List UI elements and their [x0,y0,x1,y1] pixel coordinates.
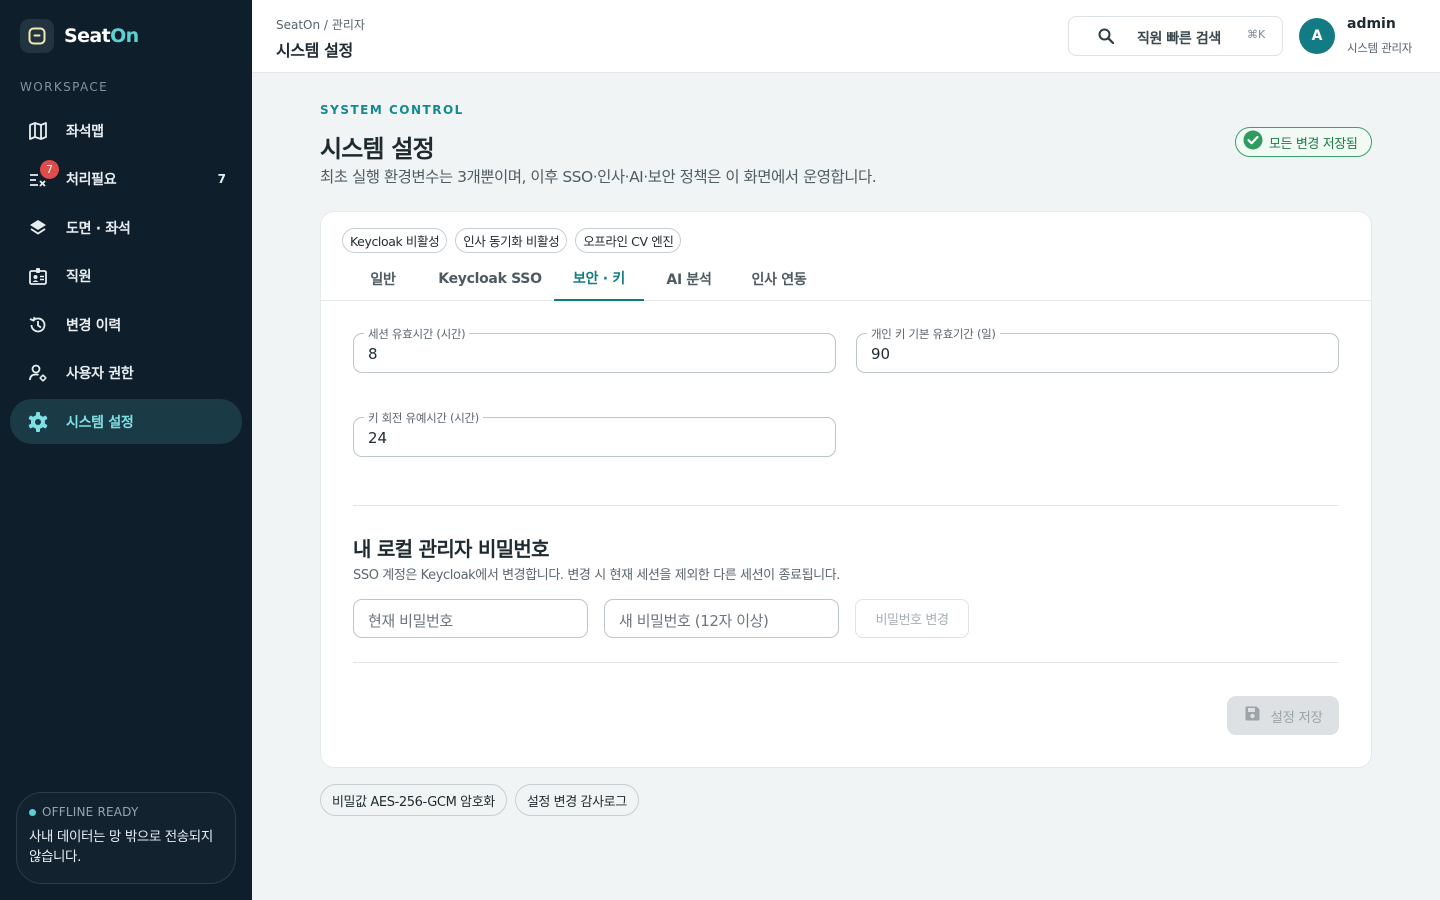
sidebar-item-label: 좌석맵 [66,123,104,140]
status-chip-hr-sync: 인사 동기화 비활성 [455,228,568,253]
key-rotation-grace-field[interactable]: 키 회전 유예시간 (시간) 24 [353,410,836,457]
key-validity-field[interactable]: 개인 키 기본 유효기간 (일) 90 [856,326,1339,373]
field-value: 90 [871,345,891,363]
saved-status-badge: 모든 변경 저장됨 [1235,127,1372,157]
save-settings-label: 설정 저장 [1270,709,1323,726]
search-shortcut: ⌘K [1247,28,1266,41]
field-value: 8 [368,345,378,363]
search-label: 직원 빠른 검색 [1137,31,1221,47]
page-title: 시스템 설정 [276,41,353,60]
map-icon [26,119,50,143]
item-count: 7 [217,172,226,186]
offline-ready-card: OFFLINE READY 사내 데이터는 망 밖으로 전송되지 않습니다. [16,792,236,884]
integration-status-chips: Keycloak 비활성 인사 동기화 비활성 오프라인 CV 엔진 [342,228,689,253]
new-password-input[interactable]: 새 비밀번호 (12자 이상) [604,599,839,638]
app-name: SeatOn [64,25,139,47]
save-settings-button[interactable]: 설정 저장 [1227,696,1339,735]
offline-description: 사내 데이터는 망 밖으로 전송되지 않습니다. [29,829,213,865]
divider [353,505,1339,506]
saved-status-text: 모든 변경 저장됨 [1269,136,1358,152]
avatar[interactable]: A [1299,18,1335,54]
user-name[interactable]: admin [1347,16,1396,32]
gear-icon [26,410,50,434]
audit-log-chip[interactable]: 설정 변경 감사로그 [514,784,639,816]
tab-ai-analysis[interactable]: AI 분석 [652,256,726,301]
sidebar-item-action-required[interactable]: 7 처리필요 7 [10,157,242,202]
field-label: 개인 키 기본 유효기간 (일) [867,326,1000,342]
app-logo-icon [20,19,54,53]
sidebar-item-floorplan-seats[interactable]: 도면 · 좌석 [10,205,242,250]
tab-hr-integration[interactable]: 인사 연동 [738,256,820,301]
main-subtitle: 최초 실행 환경변수는 3개뿐이며, 이후 SSO·인사·AI·보안 정책은 이… [320,168,877,186]
password-section-title: 내 로컬 관리자 비밀번호 [353,537,549,561]
placeholder: 새 비밀번호 (12자 이상) [619,612,769,630]
settings-card: Keycloak 비활성 인사 동기화 비활성 오프라인 CV 엔진 일반 Ke… [320,211,1372,768]
placeholder: 현재 비밀번호 [368,612,453,630]
field-label: 세션 유효시간 (시간) [364,326,470,342]
sidebar-item-label: 직원 [66,269,92,285]
sidebar-item-change-history[interactable]: 변경 이력 [10,302,242,347]
change-password-button[interactable]: 비밀번호 변경 [855,599,969,638]
divider [353,662,1339,663]
status-chip-keycloak: Keycloak 비활성 [342,228,448,253]
tab-keycloak-sso[interactable]: Keycloak SSO [428,256,552,301]
current-password-input[interactable]: 현재 비밀번호 [353,599,588,638]
sidebar-item-label: 변경 이력 [66,317,121,334]
password-section-description: SSO 계정은 Keycloak에서 변경합니다. 변경 시 현재 세션을 제외… [353,568,840,583]
workspace-label: WORKSPACE [20,80,109,94]
sidebar-item-label: 시스템 설정 [66,414,134,431]
app-name-suffix: On [110,25,139,47]
field-label: 키 회전 유예시간 (시간) [364,410,483,426]
floppy-disk-icon [1244,705,1261,726]
offline-title: OFFLINE READY [29,805,223,819]
sidebar: SeatOn WORKSPACE 좌석맵 7 처리필요 7 도면 · 좌석 직원… [0,0,252,900]
search-icon [1097,27,1115,49]
session-ttl-field[interactable]: 세션 유효시간 (시간) 8 [353,326,836,373]
sidebar-item-seat-map[interactable]: 좌석맵 [10,108,242,153]
encryption-chip[interactable]: 비밀값 AES-256-GCM 암호화 [320,784,507,816]
status-dot-icon [29,808,36,816]
notification-badge: 7 [40,159,59,179]
main-title: 시스템 설정 [320,135,435,163]
sidebar-item-employees[interactable]: 직원 [10,254,242,299]
field-value: 24 [368,429,388,447]
layers-icon [26,216,50,240]
topbar: SeatOn / 관리자 시스템 설정 직원 빠른 검색 ⌘K A admin … [252,0,1440,73]
app-name-prefix: Seat [64,25,111,47]
footer-info-chips: 비밀값 AES-256-GCM 암호화 설정 변경 감사로그 [320,784,647,816]
section-eyebrow: SYSTEM CONTROL [320,103,464,117]
sidebar-item-label: 도면 · 좌석 [66,220,131,237]
status-chip-cv-engine: 오프라인 CV 엔진 [575,228,682,253]
employee-badge-icon [26,264,50,288]
history-icon [26,313,50,337]
sidebar-item-label: 처리필요 [66,172,117,188]
sidebar-item-user-permissions[interactable]: 사용자 권한 [10,351,242,396]
brand[interactable]: SeatOn [20,19,139,53]
sidebar-item-label: 사용자 권한 [66,366,134,382]
user-settings-icon [26,361,50,385]
sidebar-item-system-settings[interactable]: 시스템 설정 [10,399,242,444]
tab-security-keys[interactable]: 보안 · 키 [554,256,644,301]
sidebar-nav: 좌석맵 7 처리필요 7 도면 · 좌석 직원 변경 이력 사용자 권한 시스템… [10,108,242,448]
breadcrumb[interactable]: SeatOn / 관리자 [276,16,365,33]
tab-general[interactable]: 일반 [354,256,412,301]
settings-tabs: 일반 Keycloak SSO 보안 · 키 AI 분석 인사 연동 [321,256,1371,301]
check-circle-icon [1243,130,1263,154]
user-role: 시스템 관리자 [1347,41,1413,55]
offline-title-text: OFFLINE READY [42,805,139,819]
employee-quick-search[interactable]: 직원 빠른 검색 ⌘K [1068,16,1283,56]
